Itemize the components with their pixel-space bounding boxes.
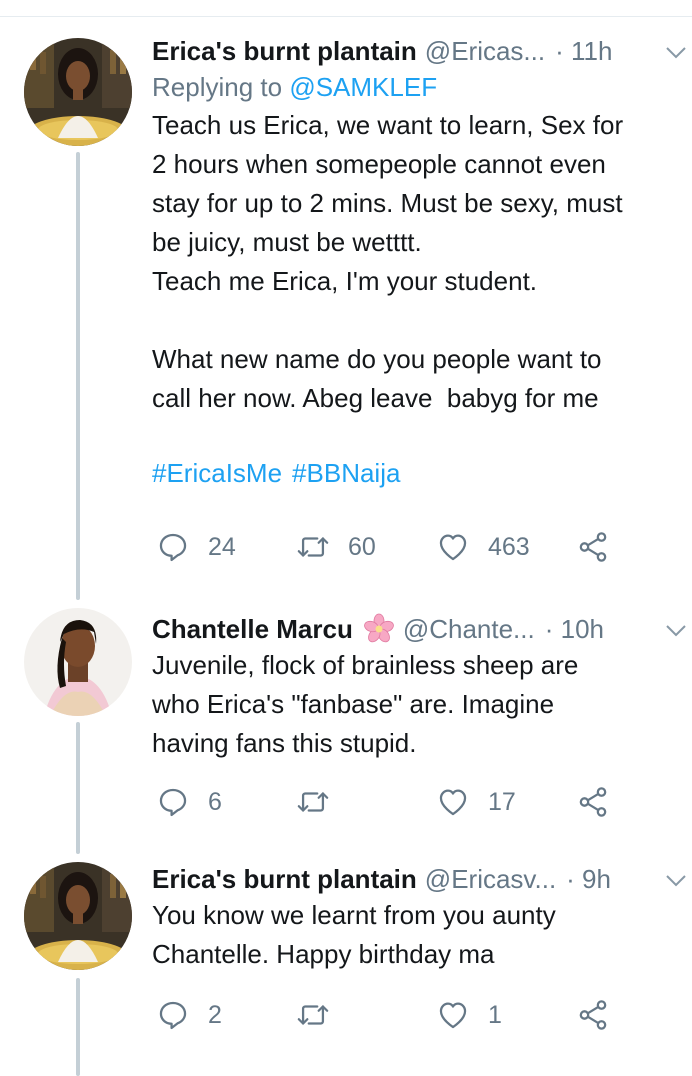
tweet-header: Chantelle Marcu @Chante... · 10h [152, 612, 692, 646]
retweet-icon [297, 1005, 329, 1025]
display-name[interactable]: Erica's burnt plantain [152, 34, 417, 68]
retweet-button[interactable]: 60 [296, 527, 376, 567]
tweet-actions: 6 17 [152, 782, 632, 822]
share-icon [579, 787, 607, 817]
timestamp[interactable]: · 9h [566, 862, 611, 896]
replying-to-label: Replying to [152, 72, 283, 102]
chevron-down-icon[interactable] [664, 868, 688, 892]
avatar[interactable] [24, 38, 132, 146]
avatar[interactable] [24, 862, 132, 970]
avatar[interactable] [24, 608, 132, 716]
replying-to: Replying to @SAMKLEF [152, 68, 692, 106]
reply-button[interactable]: 24 [156, 527, 236, 567]
share-icon [579, 532, 607, 562]
top-divider [0, 16, 692, 17]
tweet-text: You know we learnt from you aunty Chante… [152, 900, 556, 969]
thread-line [76, 978, 80, 1076]
reply-button[interactable]: 2 [156, 995, 222, 1035]
handle[interactable]: @Ericasv... [425, 862, 556, 896]
handle[interactable]: @Ericas... [425, 34, 545, 68]
reply-icon [159, 533, 187, 562]
heart-icon [439, 1002, 467, 1029]
like-count: 1 [488, 1000, 502, 1029]
retweet-icon [297, 537, 329, 557]
timestamp[interactable]: · 10h [545, 612, 604, 646]
retweet-button[interactable] [296, 782, 348, 822]
reply-count: 2 [208, 1000, 222, 1029]
reply-count: 24 [208, 532, 236, 561]
hashtag-link[interactable]: #BBNaija [292, 458, 400, 488]
reply-button[interactable]: 6 [156, 782, 222, 822]
hashtags: #EricaIsMe #BBNaija [152, 454, 692, 493]
heart-icon [439, 534, 467, 561]
like-button[interactable]: 463 [436, 527, 530, 567]
timestamp[interactable]: · 11h [555, 34, 612, 68]
share-button[interactable] [576, 782, 610, 822]
thread-line [76, 722, 80, 854]
tweet-header: Erica's burnt plantain @Ericas... · 11h [152, 34, 692, 68]
like-button[interactable]: 17 [436, 782, 516, 822]
thread-line [76, 152, 80, 600]
like-count: 17 [488, 787, 516, 816]
display-name[interactable]: Erica's burnt plantain [152, 862, 417, 896]
reply-count: 6 [208, 787, 222, 816]
retweet-icon [297, 792, 329, 812]
heart-icon [439, 789, 467, 816]
share-icon [579, 1000, 607, 1030]
hashtag-link[interactable]: #EricaIsMe [152, 458, 282, 488]
reply-icon [159, 1001, 187, 1030]
tweet-text: Teach us Erica, we want to learn, Sex fo… [152, 110, 624, 413]
retweet-button[interactable] [296, 995, 348, 1035]
tweet-actions: 2 1 [152, 995, 632, 1035]
chevron-down-icon[interactable] [664, 40, 688, 64]
chevron-down-icon[interactable] [664, 618, 688, 642]
share-button[interactable] [576, 995, 610, 1035]
display-name[interactable]: Chantelle Marcu [152, 612, 353, 646]
tweet-header: Erica's burnt plantain @Ericasv... · 9h [152, 862, 692, 896]
share-button[interactable] [576, 527, 610, 567]
like-count: 463 [488, 532, 530, 561]
cherry-blossom-icon [363, 613, 394, 643]
like-button[interactable]: 1 [436, 995, 502, 1035]
reply-icon [159, 788, 187, 817]
tweet-actions: 24 60 463 [152, 527, 632, 567]
retweet-count: 60 [348, 532, 376, 561]
handle[interactable]: @Chante... [403, 612, 535, 646]
mention-link[interactable]: @SAMKLEF [289, 72, 437, 102]
tweet-text: Juvenile, flock of brainless sheep are w… [152, 650, 579, 758]
